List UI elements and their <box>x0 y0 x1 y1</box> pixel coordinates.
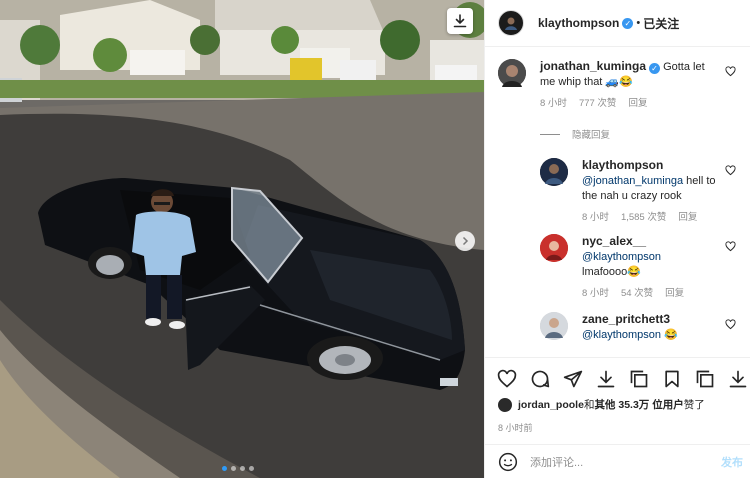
post-author-username[interactable]: klaythompson <box>538 16 619 30</box>
heart-icon <box>497 369 517 388</box>
divider <box>540 133 560 135</box>
avatar[interactable] <box>498 59 526 87</box>
likes-others[interactable]: 其他 35.3万 位用户 <box>594 397 683 412</box>
comment-likes[interactable]: 1,585 次赞 <box>621 210 666 225</box>
comment-username[interactable]: zane_pritchett3 <box>582 312 670 326</box>
avatar-image <box>498 59 526 87</box>
like-button[interactable] <box>497 369 517 389</box>
slide-dot <box>249 466 254 471</box>
post-header: klaythompson ✓ • 已关注 <box>485 0 750 47</box>
likes-suffix: 赞了 <box>683 399 705 411</box>
reply-item: zane_pritchett3 @klaythompson 😂 <box>540 312 746 343</box>
car-photo-image <box>0 0 484 478</box>
hide-replies-label: 隐藏回复 <box>572 130 611 141</box>
separator-dot: • <box>636 17 641 29</box>
comment-time: 8 小时 <box>582 288 609 299</box>
slide-dot <box>222 466 227 471</box>
comment-likes[interactable]: 777 次赞 <box>579 96 617 111</box>
slide-dot <box>240 466 245 471</box>
download-button[interactable] <box>596 369 616 389</box>
reply-item: klaythompson @jonathan_kuminga hell to t… <box>540 158 746 225</box>
copy-link-button[interactable] <box>695 369 715 389</box>
post-side-panel: klaythompson ✓ • 已关注 jonathan_kuminga ✓ G… <box>484 0 750 478</box>
save-icon <box>665 370 679 387</box>
share-icon <box>563 370 583 387</box>
copy-button[interactable] <box>629 369 649 389</box>
download-icon <box>597 370 615 387</box>
comment-mention[interactable]: @klaythompson <box>582 251 661 263</box>
reply-button[interactable]: 回复 <box>665 286 684 301</box>
download-icon <box>729 370 747 387</box>
action-bar <box>485 357 750 399</box>
download-icon <box>453 14 467 28</box>
reply-item: nyc_alex__ @klaythompson lmafoooo😂 8 小时 … <box>540 234 746 301</box>
avatar-image <box>540 234 568 262</box>
slide-dot <box>231 466 236 471</box>
reply-button[interactable]: 回复 <box>628 96 647 111</box>
avatar[interactable] <box>540 234 568 262</box>
chevron-right-icon <box>462 236 469 246</box>
verified-badge-icon: ✓ <box>649 63 661 74</box>
hide-replies-button[interactable]: 隐藏回复 <box>540 127 610 141</box>
avatar-image <box>505 17 517 30</box>
share-button[interactable] <box>563 369 583 389</box>
emoji-icon[interactable] <box>498 452 518 472</box>
avatar[interactable] <box>498 10 524 36</box>
add-comment-bar: 添加评论... 发布 <box>485 444 750 478</box>
liker-username[interactable]: jordan_poole <box>518 399 584 411</box>
verified-badge-icon: ✓ <box>622 17 634 29</box>
avatar[interactable] <box>540 158 568 186</box>
avatar-image <box>540 312 568 340</box>
comment-mention[interactable]: @klaythompson <box>582 329 661 341</box>
download-button[interactable] <box>728 369 748 389</box>
comment-time: 8 小时 <box>540 98 567 109</box>
avatar <box>498 397 512 412</box>
heart-icon[interactable] <box>725 241 736 252</box>
heart-icon[interactable] <box>725 66 736 77</box>
comment-username[interactable]: klaythompson <box>582 158 663 172</box>
copy-icon <box>696 370 714 387</box>
heart-icon[interactable] <box>725 165 736 176</box>
save-button[interactable] <box>662 369 682 389</box>
likes-and: 和 <box>583 399 595 411</box>
download-button[interactable] <box>447 8 473 34</box>
comment-username[interactable]: jonathan_kuminga <box>540 59 646 73</box>
comment-text: 😂 <box>661 329 678 341</box>
avatar-image <box>540 158 568 186</box>
comment-input[interactable]: 添加评论... <box>530 454 721 470</box>
comment-icon <box>531 370 550 387</box>
comment-username[interactable]: nyc_alex__ <box>582 234 646 248</box>
next-slide-button[interactable] <box>455 231 475 251</box>
copy-icon <box>630 370 648 387</box>
post-comment-button[interactable]: 发布 <box>721 454 743 470</box>
comments-list[interactable]: jonathan_kuminga ✓ Gotta let me whip that… <box>485 47 750 357</box>
comment-likes[interactable]: 54 次赞 <box>621 286 653 301</box>
heart-icon[interactable] <box>725 319 736 330</box>
comment-button[interactable] <box>530 369 550 389</box>
likes-summary[interactable]: jordan_poole 和 其他 35.3万 位用户 赞了 <box>498 397 705 412</box>
reply-button[interactable]: 回复 <box>678 210 697 225</box>
comment-time: 8 小时 <box>582 212 609 223</box>
follow-status-button[interactable]: 已关注 <box>643 15 679 32</box>
post-photo[interactable] <box>0 0 484 478</box>
comment-text: lmafoooo😂 <box>582 266 641 278</box>
comment-mention[interactable]: @jonathan_kuminga <box>582 175 683 187</box>
slide-indicator <box>222 466 254 471</box>
comment-item: jonathan_kuminga ✓ Gotta let me whip that… <box>498 59 746 111</box>
post-timestamp: 8 小时前 <box>498 423 533 433</box>
avatar[interactable] <box>540 312 568 340</box>
